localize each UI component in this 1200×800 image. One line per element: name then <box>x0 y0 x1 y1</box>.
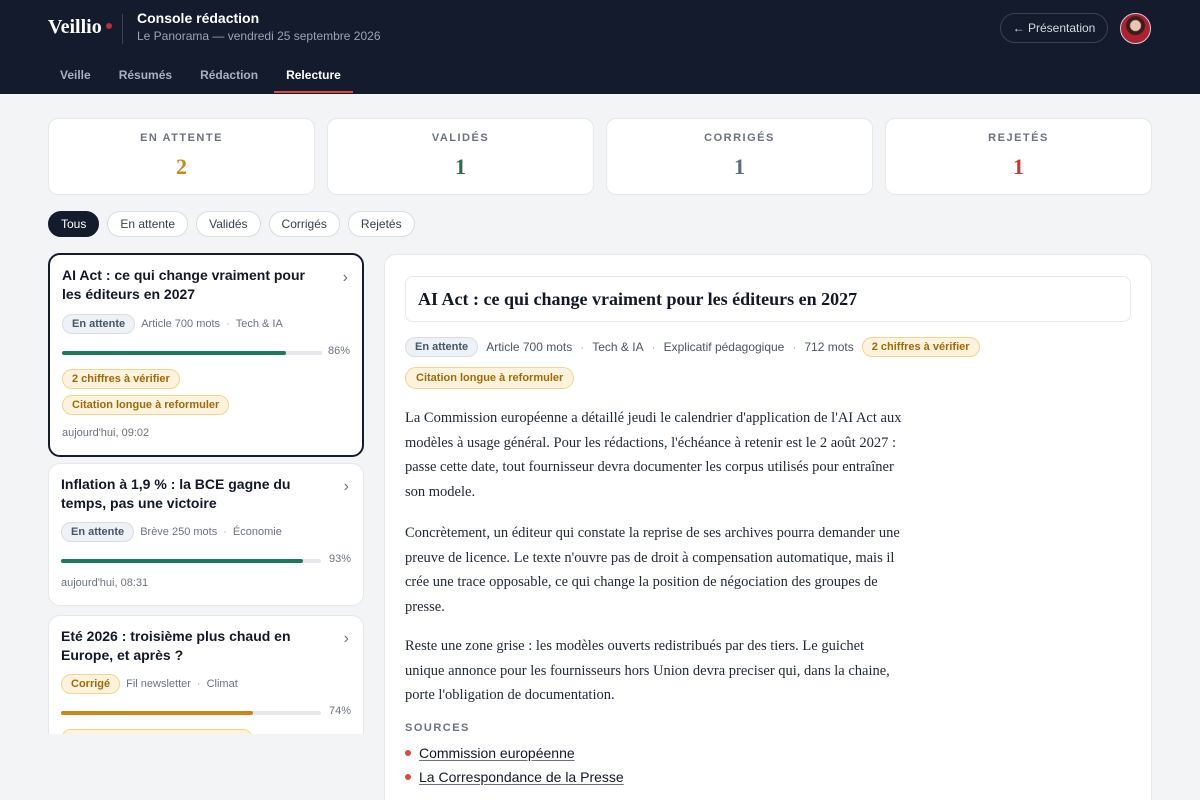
article-format: Brève 250 mots <box>140 526 218 538</box>
status-badge: En attente <box>62 314 136 334</box>
warning-badge: 2 chiffres à vérifier <box>62 369 180 389</box>
bullet-icon <box>405 774 411 780</box>
status-badge: En attente <box>61 522 135 542</box>
article-time: aujourd'hui, 08:31 <box>61 577 149 589</box>
progress-bar <box>61 711 321 715</box>
article-time: aujourd'hui, 09:02 <box>62 427 150 439</box>
article-format: Fil newsletter <box>126 678 191 690</box>
stat-card-corrected: CORRIGÉS 1 <box>606 118 873 195</box>
bullet-icon <box>405 750 411 756</box>
article-category: Tech & IA <box>235 318 283 330</box>
stat-card-rejected: REJETÉS 1 <box>885 118 1152 195</box>
filter-validated[interactable]: Validés <box>196 211 261 237</box>
body-paragraph: Reste une zone grise : les modèles ouver… <box>405 638 890 703</box>
sources-heading: SOURCES <box>405 722 470 734</box>
status-badge: En attente <box>405 337 479 357</box>
progress-fill <box>61 559 303 563</box>
article-card[interactable]: Inflation à 1,9 % : la BCE gagne du temp… <box>48 463 364 606</box>
stat-card-validated: VALIDÉS 1 <box>327 118 594 195</box>
tab-resumes[interactable]: Résumés <box>107 56 184 94</box>
nav-tabs: Veille Résumés Rédaction Relecture <box>48 56 357 94</box>
article-card[interactable]: AI Act : ce qui change vraiment pour les… <box>48 253 364 457</box>
article-meta: En attente Article 700 mots · Tech & IA <box>62 314 283 334</box>
console-subtitle: Le Panorama — vendredi 25 septembre 2026 <box>137 29 381 43</box>
progress-label: 93% <box>328 553 351 565</box>
tab-veille[interactable]: Veille <box>48 56 103 94</box>
progress-fill <box>61 711 254 715</box>
warning-badge: 2 chiffres à vérifier <box>861 337 980 357</box>
source-item: Commission européenne <box>405 745 575 761</box>
stat-value: 1 <box>734 154 745 179</box>
detail-word-count: 712 mots <box>804 340 854 354</box>
body-paragraph: Concrètement, un éditeur qui constate la… <box>405 525 900 615</box>
source-item: La Correspondance de la Presse <box>405 769 624 785</box>
detail-format: Article 700 mots <box>486 340 573 354</box>
meta-separator: · <box>226 318 230 330</box>
filter-chips: Tous En attente Validés Corrigés Rejetés <box>48 211 415 237</box>
stat-value: 1 <box>455 154 466 179</box>
source-link[interactable]: La Correspondance de la Presse <box>419 769 624 785</box>
stat-value: 2 <box>176 154 187 179</box>
meta-separator: · <box>223 526 227 538</box>
tab-redaction[interactable]: Rédaction <box>188 56 270 94</box>
article-format: Article 700 mots <box>141 318 221 330</box>
body-paragraph: La Commission européenne a détaillé jeud… <box>405 410 902 500</box>
article-meta: En attente Brève 250 mots · Économie <box>61 522 282 542</box>
filter-pending[interactable]: En attente <box>107 211 189 237</box>
console-title: Console rédaction <box>137 10 260 26</box>
article-detail-panel: AI Act : ce qui change vraiment pour les… <box>384 254 1152 800</box>
warning-badge <box>61 729 253 734</box>
progress-bar <box>62 351 322 355</box>
warning-badge: Citation longue à reformuler <box>62 395 230 415</box>
article-category: Économie <box>232 526 282 538</box>
progress-label: 74% <box>328 705 351 717</box>
progress-label: 86% <box>327 345 350 357</box>
header-divider <box>122 14 123 44</box>
stat-card-pending: EN ATTENTE 2 <box>48 118 315 195</box>
status-badge: Corrigé <box>61 674 121 694</box>
top-bar: Veillio Console rédaction Le Panorama — … <box>0 0 1200 94</box>
article-meta: Corrigé Fil newsletter · Climat <box>61 674 238 694</box>
tab-relecture[interactable]: Relecture <box>274 56 353 94</box>
article-title-field[interactable]: AI Act : ce qui change vraiment pour les… <box>405 276 1131 322</box>
stat-label: EN ATTENTE <box>140 132 223 144</box>
detail-meta: En attente Article 700 mots · Tech & IA … <box>405 337 980 357</box>
stat-value: 1 <box>1013 154 1024 179</box>
meta-separator: · <box>580 340 585 354</box>
stat-label: CORRIGÉS <box>704 132 775 144</box>
meta-separator: · <box>792 340 797 354</box>
source-link[interactable]: Commission européenne <box>419 745 575 761</box>
presentation-button[interactable]: ← Présentation <box>1000 13 1108 43</box>
article-category: Climat <box>206 678 238 690</box>
stat-label: REJETÉS <box>988 132 1049 144</box>
chevron-right-icon: › <box>343 630 349 647</box>
article-title: Eté 2026 : troisième plus chaud en Europ… <box>61 628 291 663</box>
warning-badge: Citation longue à reformuler <box>405 367 575 389</box>
filter-rejected[interactable]: Rejetés <box>347 211 415 237</box>
chevron-right-icon: › <box>343 478 349 495</box>
meta-separator: · <box>196 678 201 690</box>
logo[interactable]: Veillio <box>48 16 112 39</box>
filter-all[interactable]: Tous <box>48 211 100 237</box>
filter-corrected[interactable]: Corrigés <box>268 211 340 237</box>
avatar[interactable] <box>1120 13 1151 44</box>
detail-category: Tech & IA <box>592 340 644 354</box>
logo-dot <box>105 23 112 30</box>
meta-separator: · <box>651 340 656 354</box>
progress-bar <box>61 559 321 563</box>
article-card[interactable]: Eté 2026 : troisième plus chaud en Europ… <box>48 615 364 734</box>
article-title: AI Act : ce qui change vraiment pour les… <box>62 267 305 302</box>
detail-angle: Explicatif pédagogique <box>663 340 785 354</box>
article-title: Inflation à 1,9 % : la BCE gagne du temp… <box>61 476 291 511</box>
progress-fill <box>62 351 286 355</box>
chevron-right-icon: › <box>342 269 348 286</box>
stat-label: VALIDÉS <box>431 132 490 144</box>
article-list: AI Act : ce qui change vraiment pour les… <box>48 253 366 734</box>
